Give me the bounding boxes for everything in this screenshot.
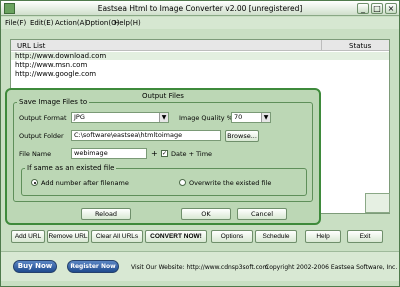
menu-action[interactable]: Action(A) <box>55 19 87 27</box>
image-quality-label: Image Quality % <box>179 114 233 122</box>
clear-all-urls-button[interactable]: Clear All URLs <box>91 230 143 243</box>
maximize-button[interactable]: □ <box>371 3 383 14</box>
url-row[interactable]: http://www.google.com <box>15 70 96 78</box>
help-button[interactable]: Help <box>305 230 341 243</box>
output-files-dialog: Output Files Save Image Files to Output … <box>5 88 321 225</box>
file-name-label: File Name <box>19 150 52 158</box>
browse-button[interactable]: Browse... <box>225 130 259 142</box>
save-image-files-legend: Save Image Files to <box>17 98 90 106</box>
existed-file-legend: If same as an existed file <box>25 164 117 172</box>
schedule-button[interactable]: Schedule <box>255 230 297 243</box>
column-divider[interactable] <box>321 40 322 51</box>
overwrite-radio[interactable] <box>179 179 186 186</box>
add-url-button[interactable]: Add URL <box>11 230 45 243</box>
output-folder-input[interactable]: C:\software\eastsea\htmltoimage <box>71 130 221 141</box>
buy-now-button[interactable]: Buy Now <box>13 260 57 273</box>
overwrite-label: Overwrite the existed file <box>189 179 272 187</box>
ok-button[interactable]: OK <box>181 208 231 220</box>
remove-url-button[interactable]: Remove URL <box>47 230 89 243</box>
website-text: Visit Our Website: http://www.cdnsp3soft… <box>131 264 269 271</box>
convert-now-button[interactable]: CONVERT NOW! <box>145 230 207 243</box>
main-window: Eastsea Html to Image Converter v2.00 [u… <box>0 0 400 287</box>
menu-bar: File(F) Edit(E) Action(A) Option(O) Help… <box>1 17 399 29</box>
date-time-label: Date + Time <box>171 150 213 158</box>
add-number-radio[interactable] <box>31 179 38 186</box>
output-format-select[interactable]: JPG ▼ <box>71 112 169 123</box>
register-now-button[interactable]: Register Now <box>67 260 119 273</box>
footer-bar: Buy Now Register Now Visit Our Website: … <box>1 251 399 281</box>
menu-help[interactable]: Help(H) <box>114 19 141 27</box>
image-quality-value: 70 <box>234 113 243 121</box>
copyright-text: Copyright 2002-2006 Eastsea Software, In… <box>265 264 398 271</box>
window-title: Eastsea Html to Image Converter v2.00 [u… <box>97 4 303 13</box>
close-button[interactable]: × <box>385 3 397 14</box>
cancel-button[interactable]: Cancel <box>237 208 287 220</box>
file-name-input[interactable]: webimage <box>71 148 147 159</box>
chevron-down-icon[interactable]: ▼ <box>261 113 270 122</box>
output-format-label: Output Format <box>19 114 67 122</box>
minimize-button[interactable]: _ <box>357 3 369 14</box>
output-format-value: JPG <box>74 113 85 121</box>
image-quality-select[interactable]: 70 ▼ <box>231 112 271 123</box>
menu-file[interactable]: File(F) <box>5 19 26 27</box>
add-number-label: Add number after filename <box>41 179 129 187</box>
chevron-down-icon[interactable]: ▼ <box>159 113 168 122</box>
url-list-header: URL List Status <box>11 40 389 51</box>
column-url-list[interactable]: URL List <box>17 42 45 50</box>
status-area <box>365 193 390 213</box>
title-bar[interactable]: Eastsea Html to Image Converter v2.00 [u… <box>1 1 399 16</box>
column-status[interactable]: Status <box>349 42 371 50</box>
url-row[interactable]: http://www.msn.com <box>15 61 87 69</box>
menu-edit[interactable]: Edit(E) <box>30 19 53 27</box>
url-row[interactable]: http://www.download.com <box>11 52 389 60</box>
date-time-checkbox[interactable]: ✓ <box>161 150 168 157</box>
output-folder-label: Output Folder <box>19 132 64 140</box>
plus-sign: + <box>151 149 158 158</box>
reload-button[interactable]: Reload <box>81 208 131 220</box>
options-button[interactable]: Options <box>211 230 253 243</box>
exit-button[interactable]: Exit <box>347 230 383 243</box>
